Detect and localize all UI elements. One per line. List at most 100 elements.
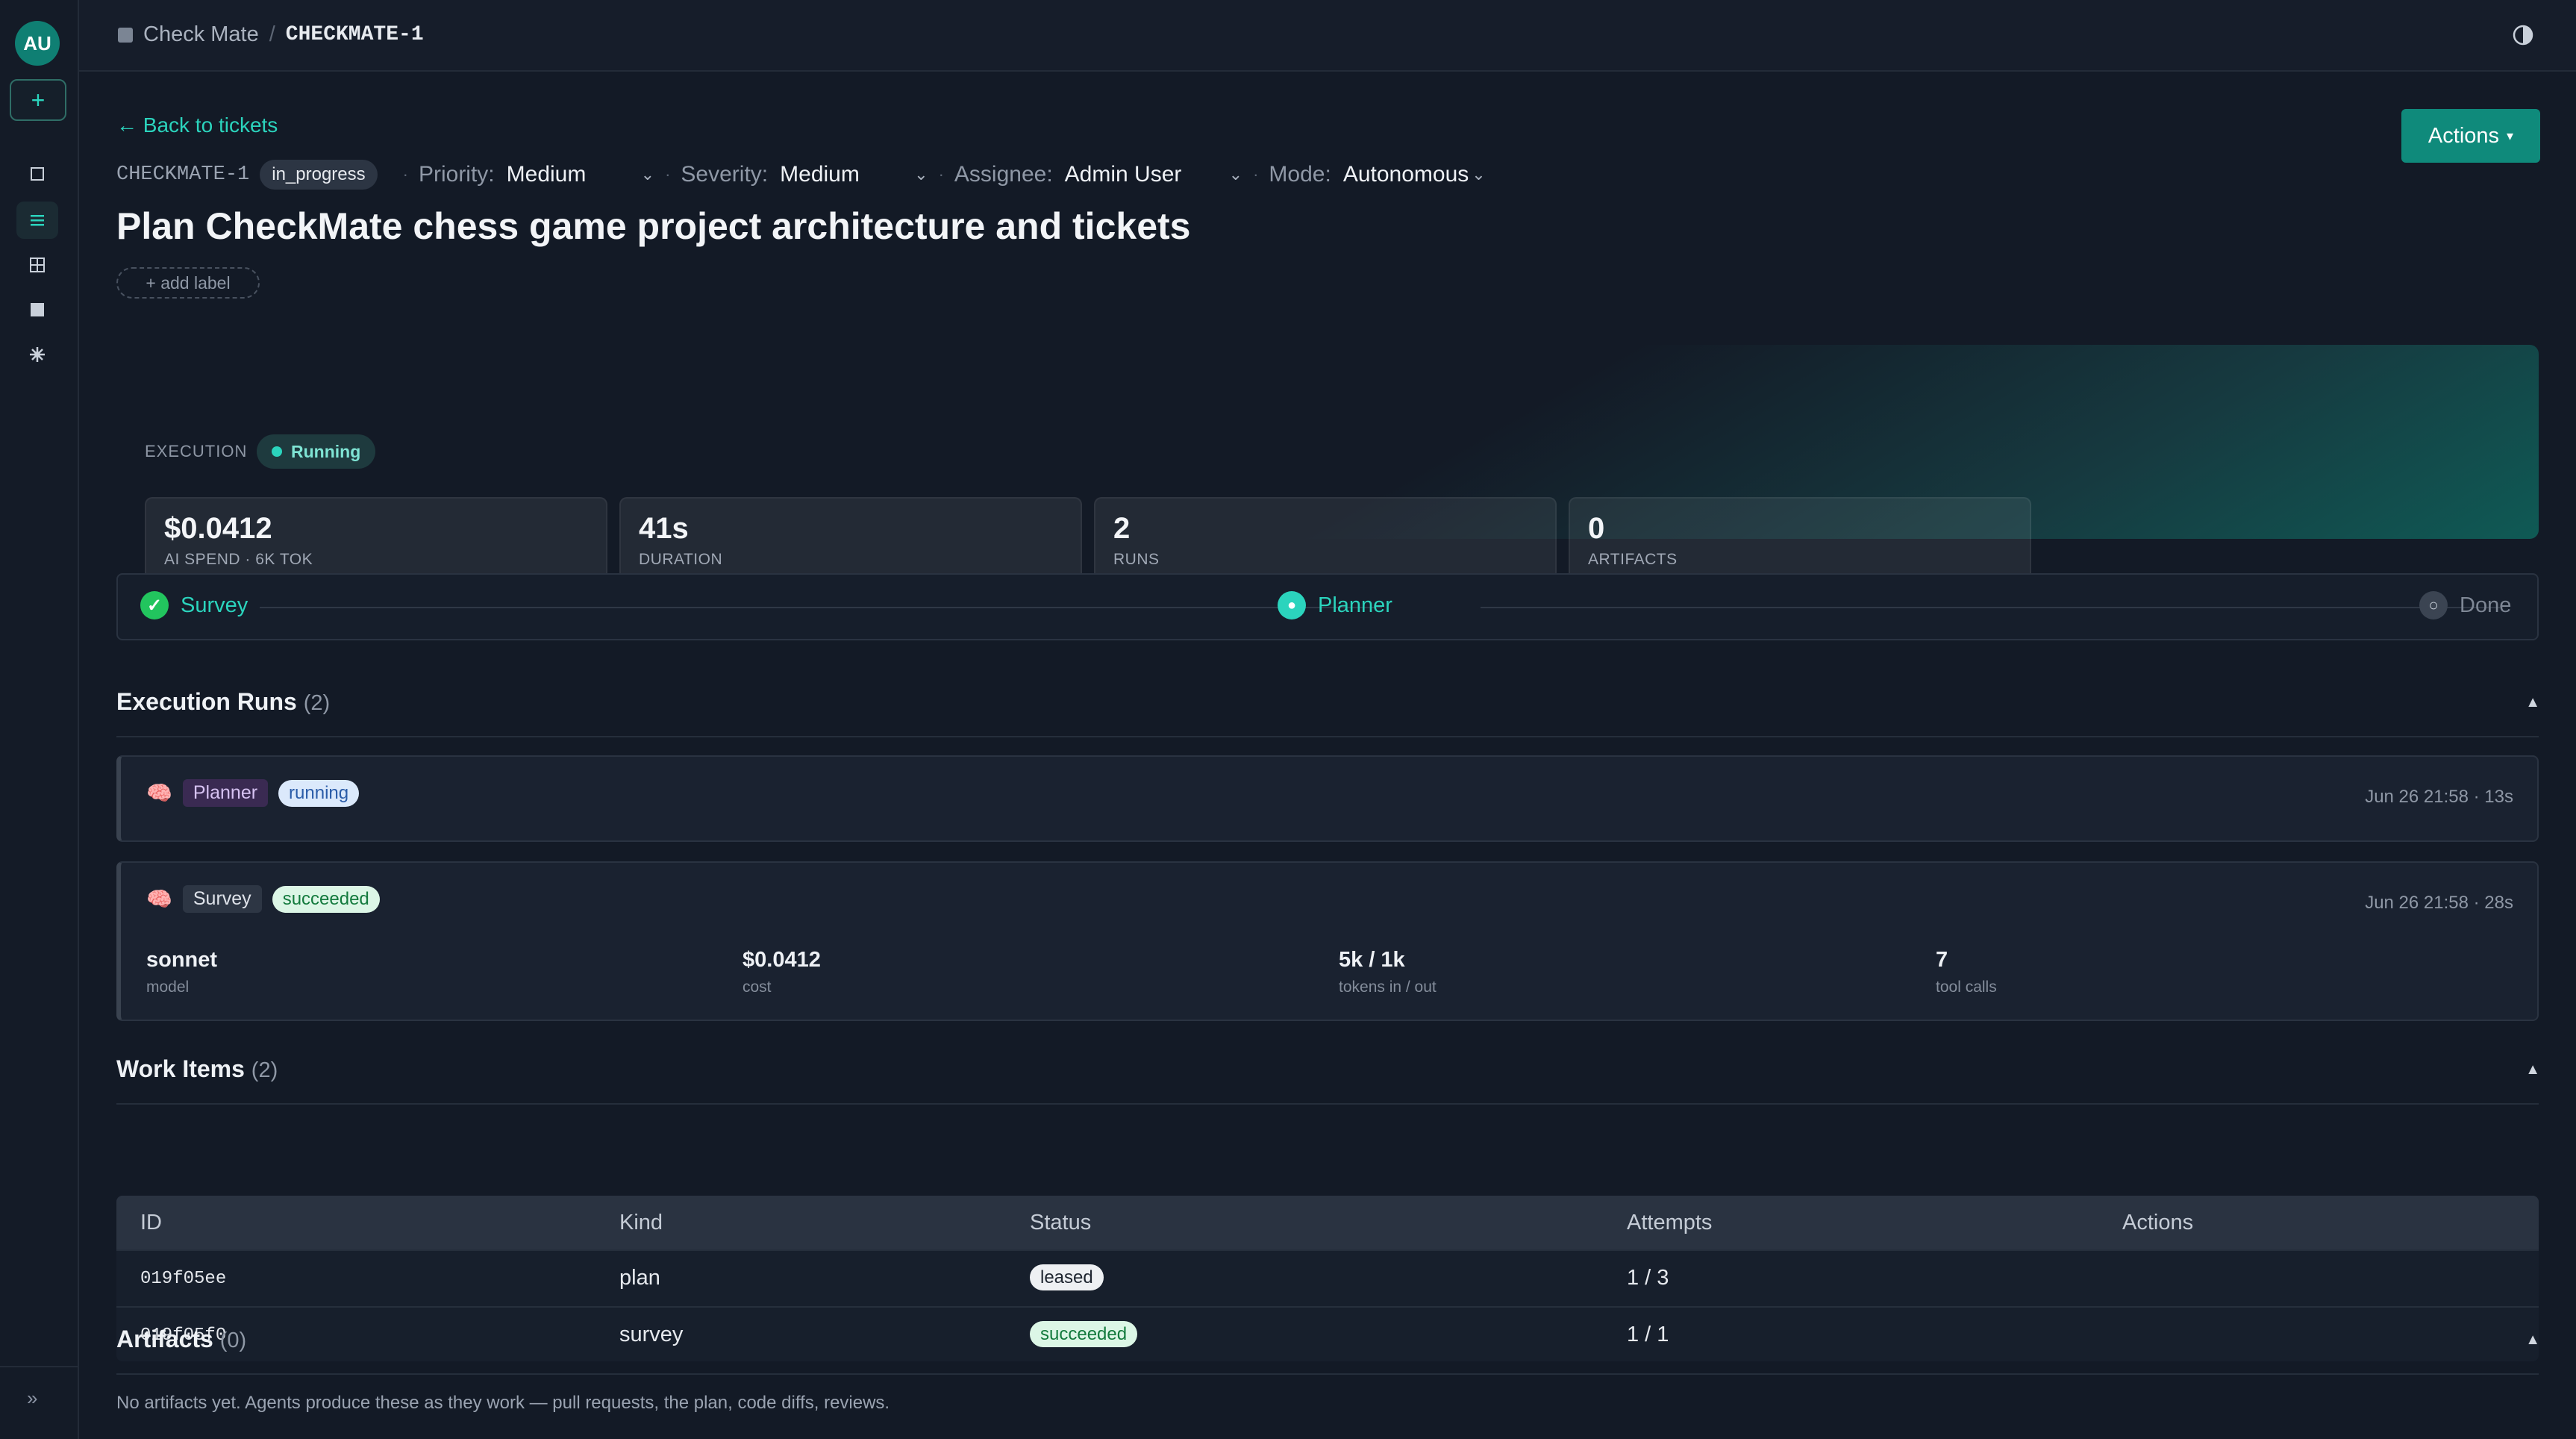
- run-stage-tag: Planner: [182, 779, 269, 807]
- work-items-table: ID Kind Status Attempts Actions 019f05ee…: [116, 1196, 2539, 1361]
- chevron-down-icon[interactable]: ⌄: [914, 165, 928, 184]
- theme-toggle-icon[interactable]: [2512, 24, 2534, 46]
- status-badge: in_progress: [260, 160, 378, 190]
- stat-value: 0: [1588, 512, 1605, 545]
- priority-label: Priority:: [418, 162, 495, 187]
- cell-status: succeeded: [1030, 1321, 1138, 1347]
- actions-button[interactable]: Actions ▾: [2401, 109, 2540, 163]
- stat-value: 41s: [639, 512, 689, 545]
- step-label: Done: [2460, 593, 2512, 617]
- expand-sidebar-button[interactable]: »: [27, 1387, 37, 1410]
- brain-icon: 🧠: [146, 781, 172, 805]
- step-label: Survey: [181, 593, 248, 617]
- step-survey: ✓ Survey: [140, 591, 248, 619]
- collapse-triangle-icon[interactable]: ▲: [2525, 1332, 2540, 1349]
- run-stage-tag: Survey: [182, 885, 262, 913]
- column-header-attempts: Attempts: [1627, 1211, 1713, 1234]
- run-status-badge: running: [278, 779, 360, 807]
- column-header-kind: Kind: [619, 1211, 663, 1234]
- artifacts-empty-message: No artifacts yet. Agents produce these a…: [116, 1393, 890, 1413]
- section-count: (2): [303, 691, 331, 715]
- run-header: 🧠 Survey succeeded: [146, 885, 380, 913]
- meta-separator: ·: [1253, 165, 1259, 184]
- breadcrumb-project[interactable]: Check Mate: [143, 22, 259, 47]
- section-count: (0): [219, 1329, 247, 1352]
- run-stat-value: 7: [1936, 948, 1948, 972]
- severity-select[interactable]: Medium: [780, 162, 907, 187]
- run-timestamp: Jun 26 21:58 · 28s: [2365, 893, 2513, 913]
- run-stat-tokens: 5k / 1k tokens in / out: [1339, 948, 1437, 996]
- priority-select[interactable]: Medium: [507, 162, 634, 187]
- execution-runs-header[interactable]: Execution Runs (2): [116, 688, 330, 716]
- run-stat-label: tokens in / out: [1339, 978, 1437, 996]
- pipeline-stepper: ✓ Survey ● Planner ○ Done: [116, 573, 2539, 640]
- run-card-planner[interactable]: 🧠 Planner running Jun 26 21:58 · 13s: [116, 755, 2539, 842]
- list-icon[interactable]: [16, 202, 58, 239]
- mode-select[interactable]: Autonomous: [1343, 162, 1469, 187]
- step-label: Planner: [1318, 593, 1392, 617]
- assignee-select[interactable]: Admin User: [1065, 162, 1222, 187]
- run-stat-value: 5k / 1k: [1339, 948, 1405, 972]
- project-icon: [118, 27, 133, 43]
- ticket-title: Plan CheckMate chess game project archit…: [116, 205, 1191, 247]
- grid-icon[interactable]: [16, 246, 58, 284]
- breadcrumb: Check Mate / CHECKMATE-1: [118, 22, 424, 47]
- assignee-label: Assignee:: [954, 162, 1053, 187]
- settings-icon[interactable]: [16, 336, 58, 373]
- cell-kind: survey: [619, 1323, 684, 1346]
- board-icon[interactable]: [16, 291, 58, 328]
- breadcrumb-separator: /: [269, 22, 275, 46]
- stat-value: 2: [1113, 512, 1131, 545]
- step-connector: [1481, 607, 2500, 608]
- ticket-id: CHECKMATE-1: [116, 163, 250, 186]
- add-label-button[interactable]: + add label: [116, 267, 260, 299]
- avatar[interactable]: AU: [15, 21, 60, 66]
- stat-label: AI SPEND · 6K TOK: [164, 551, 313, 568]
- artifacts-header[interactable]: Artifacts (0): [116, 1326, 246, 1353]
- run-stat-value: $0.0412: [743, 948, 821, 972]
- run-stat-label: tool calls: [1936, 978, 1997, 996]
- sidebar: AU + »: [0, 0, 79, 1439]
- run-header: 🧠 Planner running: [146, 779, 360, 807]
- cell-attempts: 1 / 1: [1627, 1323, 1669, 1346]
- severity-label: Severity:: [681, 162, 769, 187]
- stat-value: $0.0412: [164, 512, 272, 545]
- ticket-detail: ← Back to tickets Actions ▾ CHECKMATE-1 …: [79, 72, 2576, 1439]
- table-row[interactable]: 019f05f0 survey succeeded 1 / 1: [116, 1306, 2539, 1361]
- meta-separator: ·: [938, 165, 944, 184]
- sidebar-divider: [0, 1366, 78, 1367]
- cell-attempts: 1 / 3: [1627, 1266, 1669, 1290]
- work-items-header[interactable]: Work Items (2): [116, 1055, 278, 1083]
- run-card-survey[interactable]: 🧠 Survey succeeded Jun 26 21:58 · 28s so…: [116, 861, 2539, 1021]
- step-done: ○ Done: [2419, 591, 2511, 619]
- section-title: Execution Runs: [116, 688, 297, 715]
- stat-label: RUNS: [1113, 551, 1160, 568]
- chevron-down-icon[interactable]: ⌄: [641, 165, 654, 184]
- run-stat-model: sonnet model: [146, 948, 217, 996]
- square-icon[interactable]: [16, 155, 58, 193]
- cell-id: 019f05ee: [140, 1269, 227, 1289]
- step-planner: ● Planner: [1278, 591, 1392, 619]
- stat-card-duration: 41s DURATION: [619, 497, 1082, 584]
- stat-card-artifacts: 0 ARTIFACTS: [1569, 497, 2031, 584]
- back-to-tickets-link[interactable]: ← Back to tickets: [116, 113, 278, 137]
- step-connector: [260, 607, 1382, 608]
- run-stat-label: model: [146, 978, 190, 996]
- run-timestamp: Jun 26 21:58 · 13s: [2365, 787, 2513, 807]
- new-ticket-button[interactable]: +: [10, 79, 66, 121]
- chevron-down-icon[interactable]: ⌄: [1229, 165, 1242, 184]
- section-title: Work Items: [116, 1055, 245, 1082]
- execution-panel: EXECUTION Running $0.0412 AI SPEND · 6K …: [116, 345, 2539, 584]
- top-bar: Check Mate / CHECKMATE-1: [79, 0, 2576, 72]
- caret-down-icon: ▾: [2507, 128, 2514, 143]
- table-row[interactable]: 019f05ee plan leased 1 / 3: [116, 1249, 2539, 1306]
- pending-step-icon: ○: [2419, 591, 2448, 619]
- run-status-badge: succeeded: [272, 885, 380, 913]
- stat-label: DURATION: [639, 551, 723, 568]
- run-stat-cost: $0.0412 cost: [743, 948, 821, 996]
- chevron-down-icon[interactable]: ⌄: [1472, 165, 1485, 184]
- collapse-triangle-icon[interactable]: ▲: [2525, 694, 2540, 711]
- collapse-triangle-icon[interactable]: ▲: [2525, 1061, 2540, 1079]
- run-stat-label: cost: [743, 978, 772, 996]
- run-stat-value: sonnet: [146, 948, 218, 972]
